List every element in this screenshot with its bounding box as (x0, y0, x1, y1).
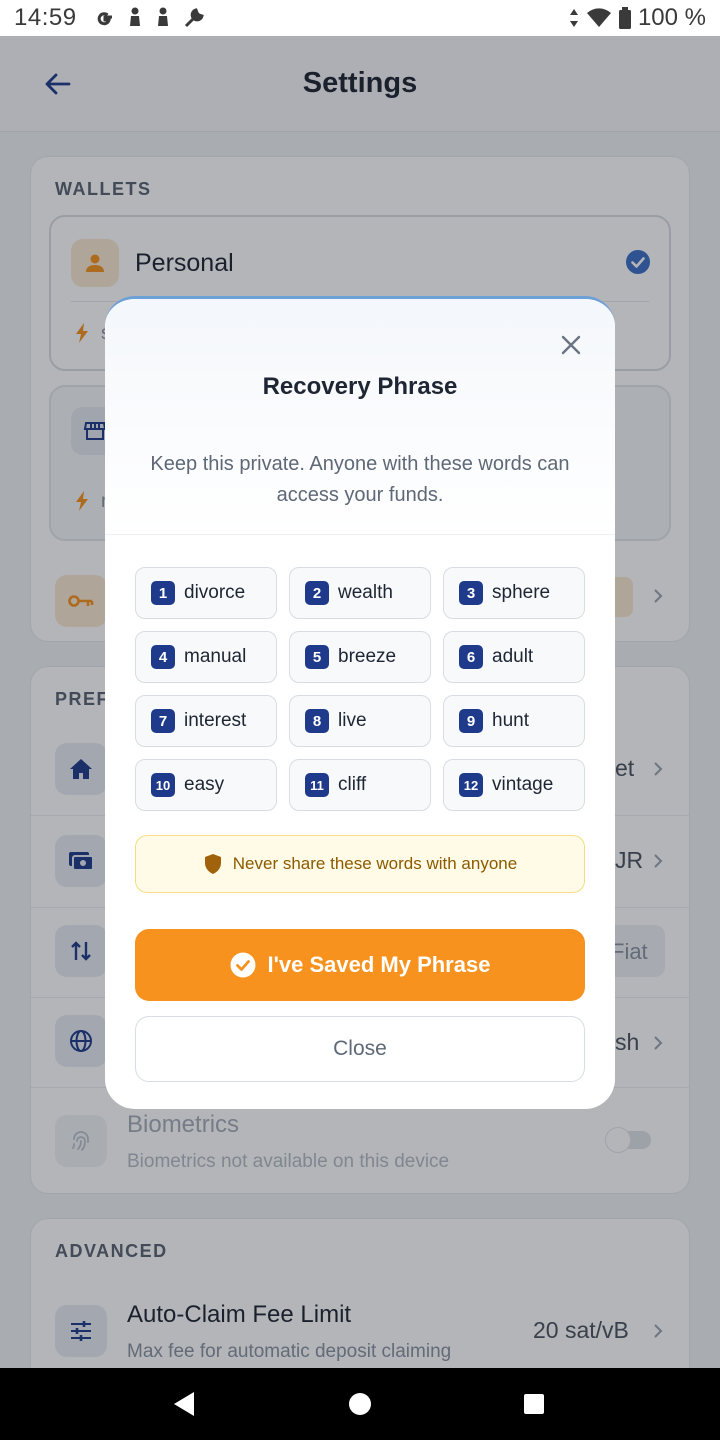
nav-home-button[interactable] (330, 1368, 390, 1440)
word-number: 11 (305, 773, 329, 797)
wrench-icon (184, 8, 204, 28)
word-number: 2 (305, 581, 329, 605)
word-text: hunt (492, 710, 529, 731)
word-text: live (338, 710, 367, 731)
dialog-title: Recovery Phrase (262, 373, 458, 400)
word-number: 1 (151, 581, 175, 605)
close-button[interactable]: Close (135, 1016, 585, 1082)
word-text: manual (184, 646, 247, 667)
word-number: 8 (305, 709, 329, 733)
close-icon[interactable] (557, 331, 585, 359)
chess-piece-icon (129, 7, 140, 26)
word-number: 6 (459, 645, 483, 669)
nav-back-button[interactable] (154, 1368, 214, 1440)
google-icon (97, 12, 112, 26)
word-number: 3 (459, 581, 483, 605)
word-chip: 1 divorce (135, 567, 277, 619)
word-number: 4 (151, 645, 175, 669)
word-chip: 9 hunt (443, 695, 585, 747)
word-text: interest (184, 710, 247, 731)
notification-icons (95, 7, 205, 29)
word-text: wealth (338, 582, 393, 603)
chess-piece-icon (157, 7, 168, 26)
word-text: breeze (338, 646, 397, 667)
word-number: 7 (151, 709, 175, 733)
recovery-phrase-dialog: Recovery Phrase Keep this private. Anyon… (105, 296, 615, 1109)
word-text: adult (492, 646, 534, 667)
word-number: 5 (305, 645, 329, 669)
word-number: 9 (459, 709, 483, 733)
warning-text: Never share these words with anyone (232, 854, 518, 873)
word-chip: 3 sphere (443, 567, 585, 619)
word-text: easy (184, 774, 225, 795)
nav-recents-button[interactable] (504, 1368, 564, 1440)
saved-phrase-label: I've Saved My Phrase (267, 952, 491, 977)
warning-banner: Never share these words with anyone (135, 835, 585, 893)
dialog-description: Keep this private. Anyone with these wor… (150, 453, 570, 506)
word-chip: 10 easy (135, 759, 277, 811)
wifi-icon (586, 8, 611, 27)
word-number: 12 (459, 773, 483, 797)
word-chip: 2 wealth (289, 567, 431, 619)
check-circle-icon (230, 952, 256, 978)
home-circle-icon (349, 1393, 371, 1415)
word-text: cliff (338, 774, 367, 795)
back-triangle-icon (174, 1392, 194, 1416)
word-chip: 5 breeze (289, 631, 431, 683)
word-text: sphere (492, 582, 551, 603)
word-text: divorce (184, 582, 246, 603)
word-chip: 12 vintage (443, 759, 585, 811)
word-text: vintage (492, 774, 554, 795)
recents-square-icon (524, 1394, 544, 1414)
word-number: 10 (151, 773, 175, 797)
status-bar: 14:59 100 % (0, 0, 720, 36)
battery-icon (618, 7, 631, 29)
saved-phrase-button[interactable]: I've Saved My Phrase (135, 929, 585, 1001)
shield-icon (204, 854, 221, 874)
word-chip: 7 interest (135, 695, 277, 747)
word-chip: 4 manual (135, 631, 277, 683)
battery-level: 100 % (637, 4, 706, 31)
data-arrows-icon (569, 9, 578, 27)
system-nav-bar (0, 1368, 720, 1440)
word-chip: 11 cliff (289, 759, 431, 811)
word-chip: 6 adult (443, 631, 585, 683)
status-time: 14:59 (14, 4, 77, 31)
word-chip: 8 live (289, 695, 431, 747)
close-button-label: Close (333, 1037, 387, 1060)
